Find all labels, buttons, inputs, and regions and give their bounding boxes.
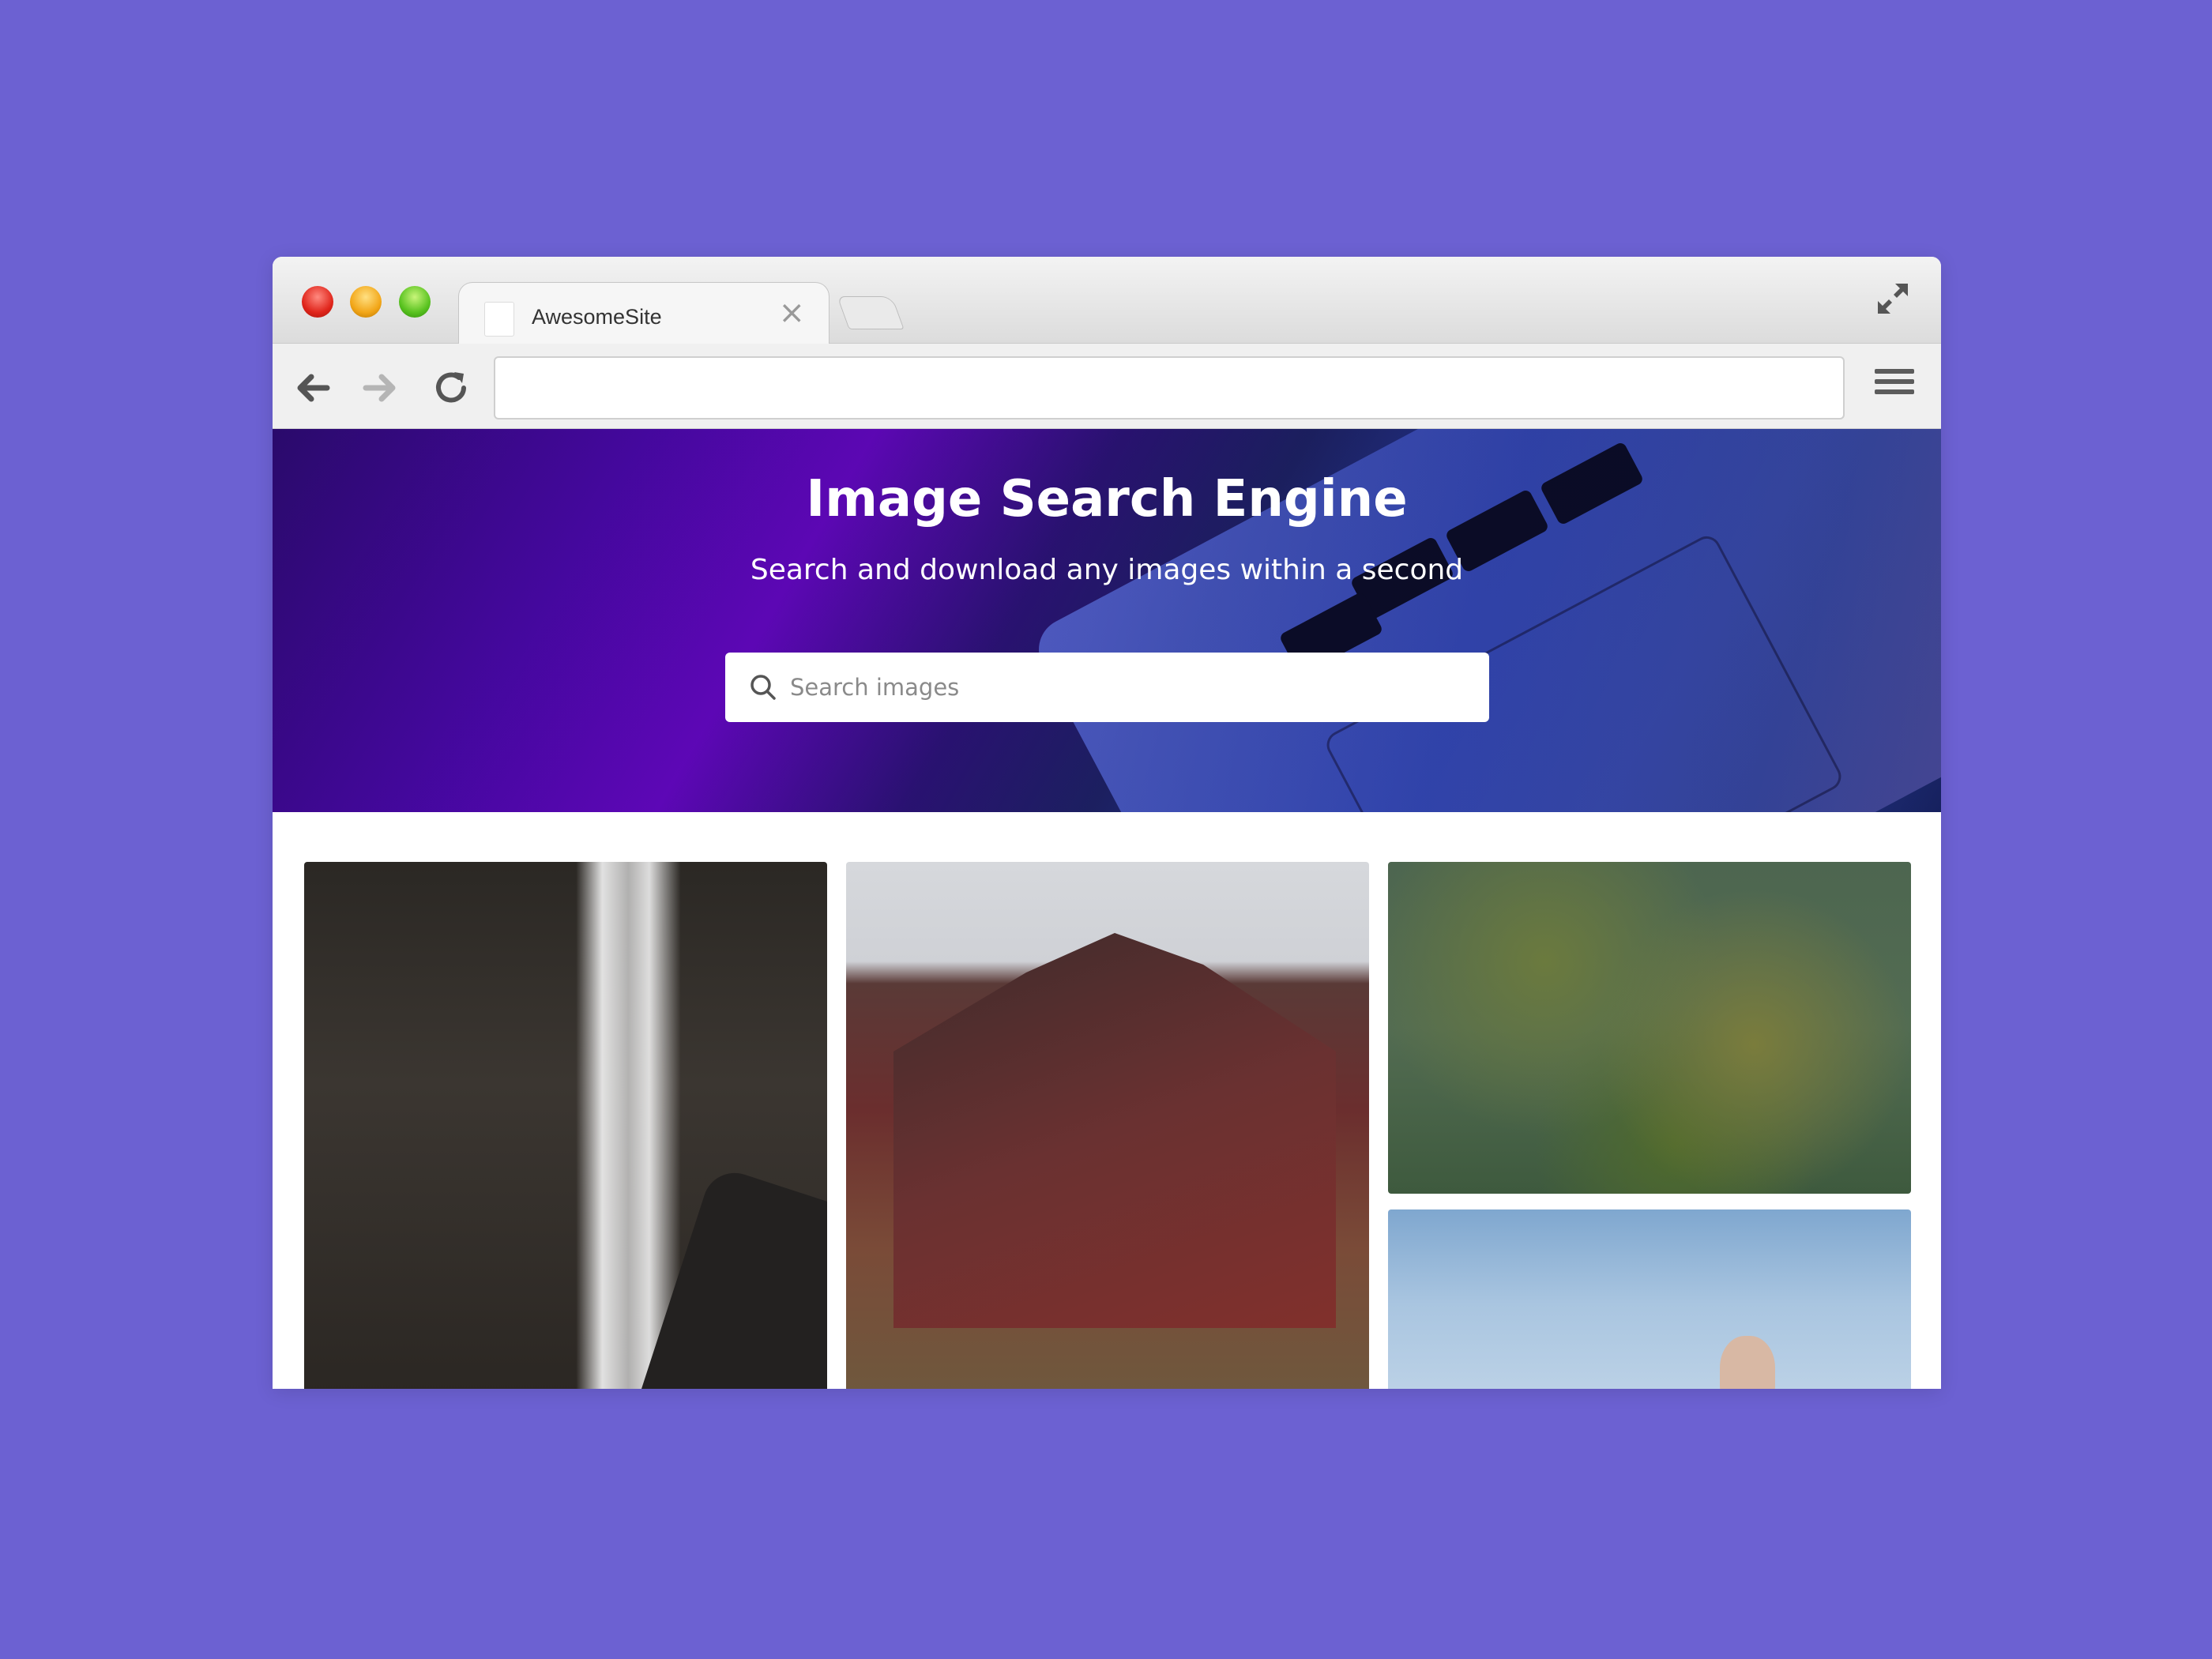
title-bar: AwesomeSite × <box>273 257 1941 345</box>
maximize-window-button[interactable] <box>399 286 431 318</box>
browser-tab[interactable]: AwesomeSite × <box>458 282 830 345</box>
search-icon <box>750 675 776 700</box>
reload-icon[interactable] <box>431 367 472 408</box>
menu-icon[interactable] <box>1875 369 1914 402</box>
close-tab-icon[interactable]: × <box>778 297 805 329</box>
gallery-image-waterfall[interactable] <box>304 862 827 1389</box>
page-content: Image Search Engine Search and download … <box>273 429 1941 1389</box>
minimize-window-button[interactable] <box>350 286 382 318</box>
hero-banner: Image Search Engine Search and download … <box>273 429 1941 812</box>
search-input[interactable] <box>790 653 1469 722</box>
forward-arrow-icon[interactable] <box>359 367 401 408</box>
page-subtitle: Search and download any images within a … <box>750 554 1464 586</box>
page-title: Image Search Engine <box>806 470 1408 529</box>
image-gallery <box>273 812 1941 1389</box>
close-window-button[interactable] <box>302 286 333 318</box>
search-box[interactable] <box>725 653 1489 722</box>
new-tab-button[interactable] <box>837 296 905 329</box>
page-icon <box>484 302 514 337</box>
fullscreen-icon[interactable] <box>1873 279 1913 318</box>
navigation-toolbar <box>273 344 1941 429</box>
back-arrow-icon[interactable] <box>292 367 333 408</box>
gallery-image-sky[interactable] <box>1388 1209 1911 1389</box>
gallery-image-mountain[interactable] <box>846 862 1369 1389</box>
tab-title: AwesomeSite <box>532 305 662 329</box>
gallery-image-grassland[interactable] <box>1388 862 1911 1194</box>
address-bar[interactable] <box>494 356 1845 419</box>
browser-window: AwesomeSite × Image Search Engine Search… <box>273 257 1941 1389</box>
